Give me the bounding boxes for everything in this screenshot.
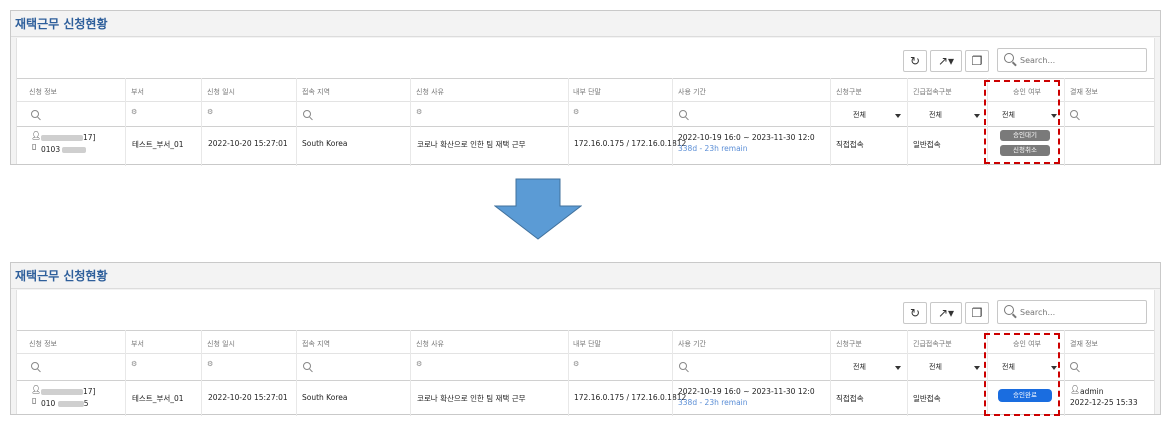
filter-gear-icon[interactable]: ⚙ [573, 360, 579, 368]
highlight-box [984, 333, 1060, 416]
filter-search-icon[interactable] [679, 362, 687, 370]
user-icon: 👤︎ [31, 131, 42, 140]
approver-name: admin [1080, 387, 1104, 396]
search-input[interactable] [1020, 52, 1140, 68]
search-icon [1004, 53, 1014, 63]
urgent-type-cell: 일반접속 [913, 394, 941, 403]
col-header-urgent-type[interactable]: 긴급접속구분 [913, 339, 952, 349]
filter-search-icon[interactable] [31, 362, 39, 370]
applied-at-cell: 2022-10-20 15:27:01 [208, 393, 288, 402]
filter-gear-icon[interactable]: ⚙ [573, 108, 579, 116]
search-icon [1004, 305, 1014, 315]
apply-type-cell: 직접접속 [836, 140, 864, 149]
refresh-icon[interactable]: ↻ [903, 302, 927, 324]
filter-gear-icon[interactable]: ⚙ [416, 108, 422, 116]
col-header-period[interactable]: 사용 기간 [678, 339, 706, 349]
col-header-apply-type[interactable]: 신청구분 [836, 339, 862, 349]
filter-search-icon[interactable] [303, 110, 311, 118]
filter-gear-icon[interactable]: ⚙ [131, 360, 137, 368]
col-header-applied-at[interactable]: 신청 일시 [207, 87, 235, 97]
refresh-icon[interactable]: ↻ [903, 50, 927, 72]
columns-icon[interactable]: ❐ [965, 50, 989, 72]
col-header-period[interactable]: 사용 기간 [678, 87, 706, 97]
filter-apply-type-select[interactable]: 전체 [853, 360, 903, 374]
apply-type-cell: 직접접속 [836, 394, 864, 403]
panel-title: 재택근무 신청현황 [15, 17, 108, 31]
panel-title: 재택근무 신청현황 [15, 269, 108, 283]
col-header-applicant[interactable]: 신청 정보 [29, 87, 57, 97]
filter-urgent-type-select[interactable]: 전체 [929, 108, 981, 122]
approved-at: 2022-12-25 15:33 [1070, 398, 1138, 407]
search-input[interactable] [1020, 304, 1140, 320]
remain-cell: 338d - 23h remain [678, 144, 748, 153]
col-header-payment[interactable]: 결재 정보 [1070, 339, 1098, 349]
reason-cell: 코로나 확산으로 인한 팀 재택 근무 [417, 140, 526, 149]
remain-cell: 338d - 23h remain [678, 398, 748, 407]
filter-search-icon[interactable] [1070, 110, 1078, 118]
col-header-reason[interactable]: 신청 사유 [416, 339, 444, 349]
col-header-apply-type[interactable]: 신청구분 [836, 87, 862, 97]
col-header-terminal[interactable]: 내부 단말 [573, 339, 601, 349]
applied-at-cell: 2022-10-20 15:27:01 [208, 139, 288, 148]
col-header-applicant[interactable]: 신청 정보 [29, 339, 57, 349]
col-header-payment[interactable]: 결재 정보 [1070, 87, 1098, 97]
filter-gear-icon[interactable]: ⚙ [131, 108, 137, 116]
filter-apply-type-select[interactable]: 전체 [853, 108, 903, 122]
dept-cell: 테스트_부서_01 [132, 394, 184, 403]
search-box[interactable] [997, 48, 1147, 72]
applicant-phone: 0103 [41, 145, 87, 154]
period-cell: 2022-10-19 16:0 ~ 2023-11-30 12:0 [678, 133, 815, 142]
col-header-terminal[interactable]: 내부 단말 [573, 87, 601, 97]
phone-icon: ▯ [32, 142, 37, 151]
export-icon[interactable]: ↗▾ [930, 302, 962, 324]
reason-cell: 코로나 확산으로 인한 팀 재택 근무 [417, 394, 526, 403]
phone-icon: ▯ [32, 396, 37, 405]
col-header-dept[interactable]: 부서 [131, 87, 144, 97]
col-header-region[interactable]: 접속 지역 [302, 339, 330, 349]
panel-header: 재택근무 신청현황 [11, 11, 1160, 37]
panel-header: 재택근무 신청현황 [11, 263, 1160, 289]
filter-gear-icon[interactable]: ⚙ [416, 360, 422, 368]
period-cell: 2022-10-19 16:0 ~ 2023-11-30 12:0 [678, 387, 815, 396]
col-header-dept[interactable]: 부서 [131, 339, 144, 349]
down-arrow-icon [493, 178, 583, 240]
applicant-name: 17] [41, 133, 95, 142]
col-header-reason[interactable]: 신청 사유 [416, 87, 444, 97]
applicant-phone: 010 5 [41, 399, 89, 408]
filter-urgent-type-select[interactable]: 전체 [929, 360, 981, 374]
urgent-type-cell: 일반접속 [913, 140, 941, 149]
user-icon: 👤︎ [1070, 385, 1081, 394]
region-cell: South Korea [302, 393, 348, 402]
search-box[interactable] [997, 300, 1147, 324]
user-icon: 👤︎ [31, 385, 42, 394]
export-icon[interactable]: ↗▾ [930, 50, 962, 72]
col-header-urgent-type[interactable]: 긴급접속구분 [913, 87, 952, 97]
applicant-name: 17] [41, 387, 95, 396]
filter-gear-icon[interactable]: ⚙ [207, 108, 213, 116]
region-cell: South Korea [302, 139, 348, 148]
dept-cell: 테스트_부서_01 [132, 140, 184, 149]
terminal-cell: 172.16.0.175 / 172.16.0.1812 [574, 393, 687, 402]
filter-search-icon[interactable] [1070, 362, 1078, 370]
columns-icon[interactable]: ❐ [965, 302, 989, 324]
terminal-cell: 172.16.0.175 / 172.16.0.1812 [574, 139, 687, 148]
filter-search-icon[interactable] [679, 110, 687, 118]
col-header-applied-at[interactable]: 신청 일시 [207, 339, 235, 349]
col-header-region[interactable]: 접속 지역 [302, 87, 330, 97]
highlight-box [984, 80, 1060, 164]
filter-gear-icon[interactable]: ⚙ [207, 360, 213, 368]
filter-search-icon[interactable] [303, 362, 311, 370]
filter-search-icon[interactable] [31, 110, 39, 118]
